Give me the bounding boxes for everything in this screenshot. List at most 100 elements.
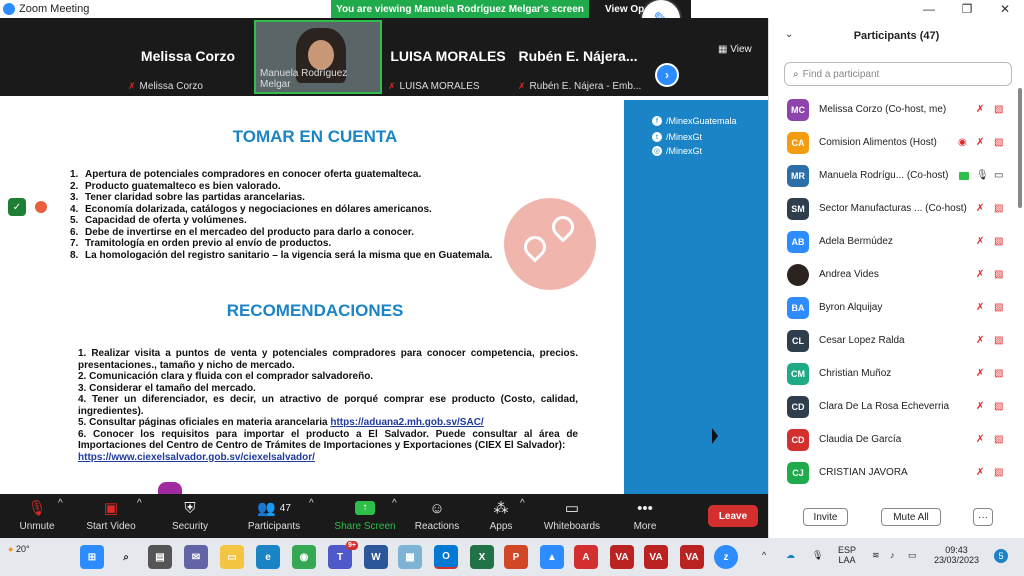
task-view-icon[interactable]: ▤ — [148, 545, 172, 569]
apps-button[interactable]: ⁂ Apps — [484, 498, 518, 532]
tray-chevron-icon[interactable]: ^ — [762, 550, 766, 560]
participant-row[interactable]: AB Adela Bermúdez ✗ ▧ — [769, 225, 1015, 258]
app-icon[interactable]: VA — [680, 545, 704, 569]
word-icon[interactable]: W — [364, 545, 388, 569]
instagram-icon: ◎ — [652, 146, 662, 156]
video-tile[interactable]: Melissa Corzo ✗ Melissa Corzo — [124, 20, 252, 94]
maximize-icon[interactable]: ❐ — [948, 0, 986, 18]
zoom-taskbar-icon[interactable]: z — [714, 545, 738, 569]
mute-all-button[interactable]: Mute All — [881, 508, 941, 526]
windows-taskbar: ● 20° ⊞ ⌕ ▤ ✉ ▭ e ◉ T 9+ W ▦ O X P ▲ A VA… — [0, 538, 1024, 576]
participant-row[interactable]: CL Cesar Lopez Ralda ✗ ▧ — [769, 324, 1015, 357]
participant-row[interactable]: Andrea Vides ✗ ▧ — [769, 258, 1015, 291]
participants-button[interactable]: 👥 47 Participants — [244, 498, 304, 532]
share-screen-button[interactable]: ↑ Share Screen — [334, 498, 396, 532]
video-off-icon: ▧ — [994, 269, 1004, 280]
scrollbar[interactable] — [1018, 88, 1022, 208]
considerations-list: 1. Apertura de potenciales compradores en… — [70, 169, 492, 261]
audio-options-icon[interactable]: ^ — [58, 498, 63, 509]
close-icon[interactable]: ✕ — [986, 0, 1024, 18]
video-off-icon: ▧ — [994, 368, 1004, 379]
app-icon[interactable]: VA — [644, 545, 668, 569]
search-input[interactable]: ⌕ Find a participant — [784, 62, 1012, 86]
search-icon[interactable]: ⌕ — [114, 545, 138, 569]
participant-row[interactable]: CJ CRISTIAN JAVORA ✗ ▧ — [769, 456, 1015, 489]
chrome-icon[interactable]: ◉ — [292, 545, 316, 569]
video-tile-active[interactable]: Manuela Rodríguez Melgar — [254, 20, 382, 94]
edge-icon[interactable]: e — [256, 545, 280, 569]
participants-panel: ⌄ Participants (47) ⌕ Find a participant … — [768, 18, 1024, 538]
video-tile[interactable]: LUISA MORALES ✗ LUISA MORALES — [384, 20, 512, 94]
list-item: 1. Apertura de potenciales compradores en… — [70, 169, 422, 180]
dollar-pin-icon — [519, 231, 551, 263]
wifi-icon[interactable]: ≋ — [872, 550, 880, 561]
calculator-icon[interactable]: ▦ — [398, 545, 422, 569]
whiteboards-button[interactable]: ▭ Whiteboards — [540, 498, 604, 532]
participant-row[interactable]: CA Comision Alimentos (Host) ◉ ✗ ▧ — [769, 126, 1015, 159]
outlook-icon[interactable]: O — [434, 545, 458, 569]
acrobat-icon[interactable]: A — [574, 545, 598, 569]
chat-icon[interactable]: ✉ — [184, 545, 208, 569]
teams-icon[interactable]: T 9+ — [328, 541, 358, 569]
video-tile[interactable]: Rubén E. Nájera... ✗ Rubén E. Nájera - Em… — [514, 20, 642, 94]
participant-list: MC Melissa Corzo (Co-host, me) ✗ ▧ CA Comisi… — [769, 93, 1015, 489]
language-indicator[interactable]: ESP LAA — [838, 545, 856, 565]
tile-label: Manuela Rodríguez Melgar — [260, 68, 348, 90]
excel-icon[interactable]: X — [470, 545, 494, 569]
volume-icon[interactable]: ♪ — [890, 550, 895, 560]
more-options-button[interactable]: ··· — [973, 508, 993, 526]
mic-tray-icon[interactable]: 🎙 — [812, 550, 823, 561]
social-twitter: t/MinexGt — [652, 132, 702, 142]
weather-widget[interactable]: ● 20° — [8, 544, 30, 554]
view-button[interactable]: ▦ View — [718, 44, 752, 55]
list-item: 4. Economía dolarizada, catálogos y negoc… — [70, 203, 432, 215]
mic-muted-icon: ✗ — [976, 401, 985, 412]
participant-row[interactable]: CD Clara De La Rosa Echeverria ✗ ▧ — [769, 390, 1015, 423]
participant-row[interactable]: MC Melissa Corzo (Co-host, me) ✗ ▧ — [769, 93, 1015, 126]
avatar: AB — [787, 230, 809, 253]
mic-muted-icon: ✗ — [128, 81, 136, 91]
battery-icon[interactable]: ▭ — [908, 550, 917, 561]
participant-row[interactable]: MR Manuela Rodrígu... (Co-host) 🎙 ▭ — [769, 159, 1015, 192]
security-shield-icon[interactable]: ✓ — [8, 198, 26, 216]
file-explorer-icon[interactable]: ▭ — [220, 545, 244, 569]
ciex-link[interactable]: https://www.ciexelsalvador.gob.sv/ciexel… — [78, 452, 315, 463]
mic-muted-icon: ✗ — [976, 137, 985, 148]
more-dots-icon: ••• — [637, 499, 653, 517]
list-item: 5. Capacidad de oferta y volúmenes. — [70, 215, 247, 226]
list-item: 6. Debe de invertirse en el mercadeo del … — [70, 226, 414, 238]
powerpoint-icon[interactable]: P — [504, 545, 528, 569]
minimize-icon[interactable]: — — [910, 0, 948, 18]
avatar: CD — [787, 428, 809, 451]
avatar: SM — [787, 197, 809, 220]
leave-button[interactable]: Leave — [708, 505, 758, 527]
participant-row[interactable]: CM Christian Muñoz ✗ ▧ — [769, 357, 1015, 390]
aduana-link[interactable]: https://aduana2.mh.gob.sv/SAC/ — [330, 417, 483, 428]
app-icon[interactable]: VA — [610, 545, 634, 569]
photos-icon[interactable]: ▲ — [540, 545, 564, 569]
participant-row[interactable]: CD Claudia De García ✗ ▧ — [769, 423, 1015, 456]
location-pins-icon — [504, 198, 596, 290]
security-button[interactable]: ⛨ Security — [166, 498, 214, 533]
share-options-icon[interactable]: ^ — [392, 498, 397, 509]
notification-badge[interactable]: 5 — [994, 549, 1008, 563]
next-page-button[interactable]: › — [655, 63, 679, 87]
onedrive-icon[interactable]: ☁ — [786, 550, 795, 561]
windows-start-icon[interactable]: ⊞ — [80, 545, 104, 569]
start-video-button[interactable]: ▣ Start Video — [82, 498, 140, 532]
more-button[interactable]: ••• More — [628, 498, 662, 533]
dollar-pin-icon — [547, 211, 579, 243]
apps-options-icon[interactable]: ^ — [520, 498, 525, 509]
shield-icon: ⛨ — [184, 499, 196, 517]
participants-options-icon[interactable]: ^ — [309, 498, 314, 509]
reactions-button[interactable]: ☺ Reactions — [412, 498, 462, 533]
mic-muted-icon: ✗ — [976, 269, 985, 280]
unmute-button[interactable]: 🎙 Unmute — [14, 498, 60, 532]
tile-label: ✗ LUISA MORALES — [388, 81, 480, 92]
participant-row[interactable]: BA Byron Alquijay ✗ ▧ — [769, 291, 1015, 324]
participant-row[interactable]: SM Sector Manufacturas ... (Co-host) ✗ ▧ — [769, 192, 1015, 225]
clock[interactable]: 09:43 23/03/2023 — [934, 545, 979, 565]
slide-side-bar — [624, 100, 768, 494]
video-options-icon[interactable]: ^ — [137, 498, 142, 509]
invite-button[interactable]: Invite — [803, 508, 848, 526]
